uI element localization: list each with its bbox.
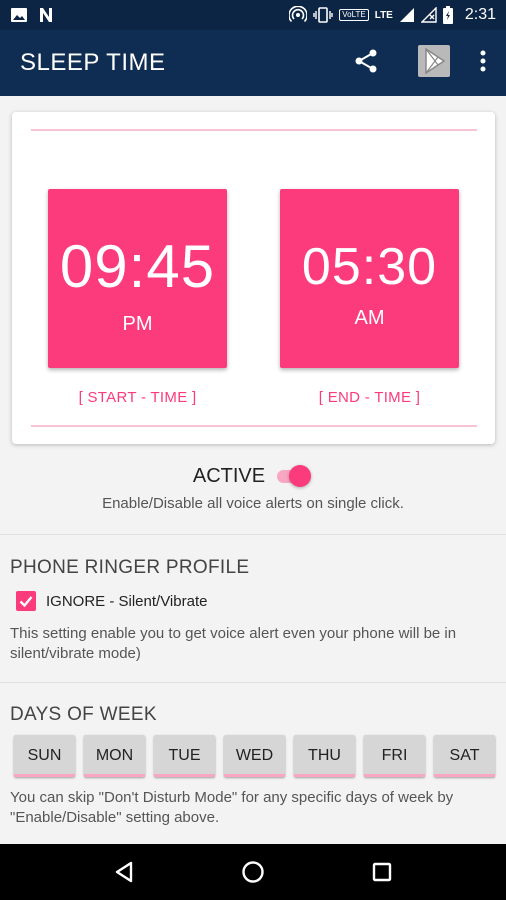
end-time-period: AM xyxy=(354,307,385,329)
start-time-button[interactable]: 09:45 PM xyxy=(48,189,227,368)
ringer-description: This setting enable you to get voice ale… xyxy=(10,625,457,662)
active-toggle[interactable] xyxy=(275,462,313,490)
status-bar: VoLTE LTE 2:31 xyxy=(0,0,506,30)
back-icon xyxy=(116,861,133,883)
recents-button[interactable] xyxy=(362,852,402,892)
day-button-mon[interactable]: MON xyxy=(84,735,145,777)
end-time-label: [ END - TIME ] xyxy=(318,389,421,406)
day-button-sun[interactable]: SUN xyxy=(14,735,75,777)
system-nav-bar xyxy=(0,844,506,900)
day-button-wed[interactable]: WED xyxy=(224,735,285,777)
day-button-tue[interactable]: TUE xyxy=(154,735,215,777)
start-time-value: 09:45 xyxy=(59,233,216,300)
bottom-divider-line xyxy=(31,425,477,427)
start-time-label: [ START - TIME ] xyxy=(78,389,197,406)
end-time-value: 05:30 xyxy=(301,238,438,296)
section-divider xyxy=(0,534,506,535)
home-icon xyxy=(242,861,264,883)
ignore-silent-checkbox[interactable] xyxy=(16,591,36,611)
schedule-card: 09:45 PM [ START - TIME ] 05:30 AM [ END… xyxy=(12,112,495,444)
overflow-menu-button[interactable] xyxy=(460,37,506,89)
toggle-thumb xyxy=(289,465,312,487)
top-divider-line xyxy=(31,129,477,131)
days-section-title: DAYS OF WEEK xyxy=(10,704,157,725)
home-button[interactable] xyxy=(233,852,273,892)
share-icon xyxy=(353,48,379,79)
day-button-fri[interactable]: FRI xyxy=(364,735,425,777)
day-button-thu[interactable]: THU xyxy=(294,735,355,777)
n-notification-icon xyxy=(38,7,54,23)
vibrate-icon xyxy=(313,7,333,23)
image-icon xyxy=(10,7,28,23)
end-time-button[interactable]: 05:30 AM xyxy=(280,189,459,368)
check-icon xyxy=(19,596,33,608)
app-title: SLEEP TIME xyxy=(20,49,166,76)
volte-icon: VoLTE xyxy=(339,9,369,21)
share-button[interactable] xyxy=(340,37,392,89)
active-row: ACTIVE xyxy=(0,462,506,490)
no-sim-icon xyxy=(420,7,437,23)
play-store-icon xyxy=(417,44,451,83)
ignore-silent-label: IGNORE - Silent/Vibrate xyxy=(46,592,208,610)
ignore-silent-row[interactable]: IGNORE - Silent/Vibrate xyxy=(16,591,207,611)
section-divider xyxy=(0,682,506,683)
day-button-sat[interactable]: SAT xyxy=(434,735,495,777)
status-clock: 2:31 xyxy=(464,6,496,23)
ringer-section-title: PHONE RINGER PROFILE xyxy=(10,557,250,578)
more-vert-icon xyxy=(480,50,486,77)
hotspot-icon xyxy=(289,6,308,24)
days-description: You can skip "Don't Disturb Mode" for an… xyxy=(10,789,454,826)
days-of-week: SUN MON TUE WED THU FRI SAT xyxy=(14,735,495,777)
start-time-period: PM xyxy=(122,313,153,335)
signal-icon xyxy=(399,7,415,23)
back-button[interactable] xyxy=(104,852,144,892)
battery-icon xyxy=(442,6,453,24)
active-label: ACTIVE xyxy=(192,464,266,487)
app-bar: SLEEP TIME xyxy=(0,30,506,96)
lte-signal-icon: LTE xyxy=(374,9,393,21)
active-description: Enable/Disable all voice alerts on singl… xyxy=(102,495,404,512)
play-store-button[interactable] xyxy=(408,37,460,89)
recents-icon xyxy=(372,862,391,882)
